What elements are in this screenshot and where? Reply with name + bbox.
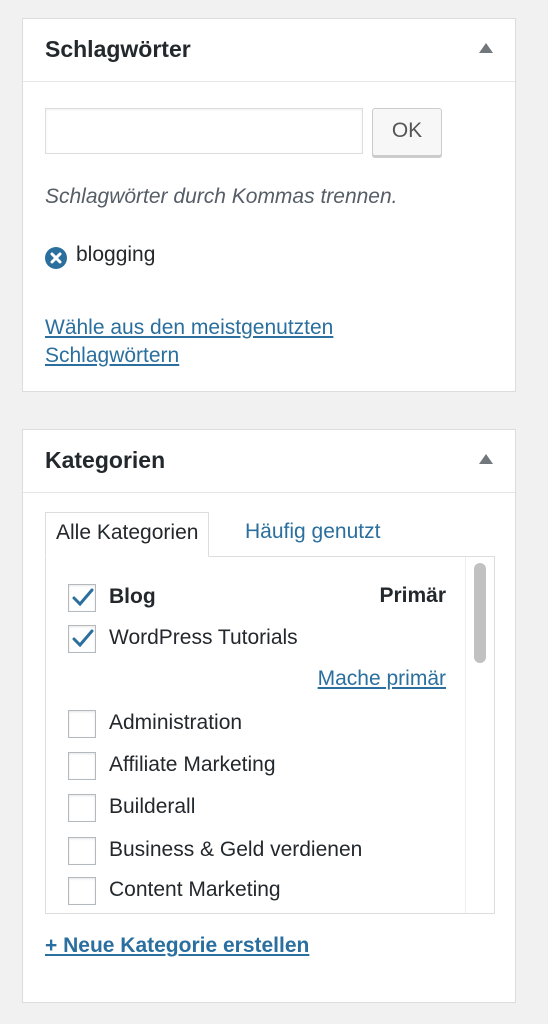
add-category-link[interactable]: + Neue Kategorie erstellen <box>45 934 309 958</box>
scrollbar[interactable] <box>465 557 494 913</box>
categories-panel: Kategorien Alle Kategorien Häufig genutz… <box>22 429 516 1003</box>
category-item-builderall: Builderall <box>68 794 468 824</box>
category-label: Affiliate Marketing <box>109 753 276 776</box>
add-tag-button[interactable]: OK <box>372 108 442 156</box>
category-item-administration: Administration <box>68 710 468 740</box>
category-checklist: Blog Primär WordPress Tutorials Mache pr… <box>45 556 495 914</box>
categories-panel-header: Kategorien <box>23 430 515 493</box>
category-checkbox[interactable] <box>68 877 96 905</box>
category-item-business: Business & Geld verdienen <box>68 837 468 867</box>
tags-panel: Schlagwörter OK Schlagwörter durch Komma… <box>22 18 516 392</box>
category-item-wordpress-tutorials: WordPress Tutorials <box>68 625 468 655</box>
scrollbar-thumb[interactable] <box>474 563 486 663</box>
category-checkbox[interactable] <box>68 752 96 780</box>
category-label: WordPress Tutorials <box>109 626 298 649</box>
primary-badge: Primär <box>379 584 446 607</box>
category-label: Blog <box>109 585 156 608</box>
collapse-arrow-icon[interactable] <box>479 43 493 53</box>
category-checkbox[interactable] <box>68 625 96 653</box>
tab-all-categories[interactable]: Alle Kategorien <box>45 512 210 557</box>
tags-panel-header: Schlagwörter <box>23 19 515 82</box>
tag-label: blogging <box>76 243 156 266</box>
most-used-tags-link[interactable]: Wähle aus den meistgenutzten Schlagwörte… <box>45 314 465 370</box>
category-item-content-marketing: Content Marketing <box>68 877 468 907</box>
category-label: Content Marketing <box>109 878 281 901</box>
tags-panel-title: Schlagwörter <box>45 36 191 62</box>
category-checkbox[interactable] <box>68 794 96 822</box>
category-checkbox[interactable] <box>68 837 96 865</box>
remove-circle-icon[interactable] <box>45 247 67 269</box>
tab-most-used[interactable]: Häufig genutzt <box>245 512 380 556</box>
tags-hint: Schlagwörter durch Kommas trennen. <box>45 185 398 208</box>
categories-panel-title: Kategorien <box>45 447 166 473</box>
category-checkbox[interactable] <box>68 584 96 612</box>
make-primary-link[interactable]: Mache primär <box>318 667 446 691</box>
category-label: Business & Geld verdienen <box>109 838 363 861</box>
tag-input[interactable] <box>45 108 363 154</box>
category-checkbox[interactable] <box>68 710 96 738</box>
category-label: Builderall <box>109 795 196 818</box>
category-item-affiliate-marketing: Affiliate Marketing <box>68 752 468 782</box>
collapse-arrow-icon[interactable] <box>479 454 493 464</box>
category-label: Administration <box>109 711 243 734</box>
